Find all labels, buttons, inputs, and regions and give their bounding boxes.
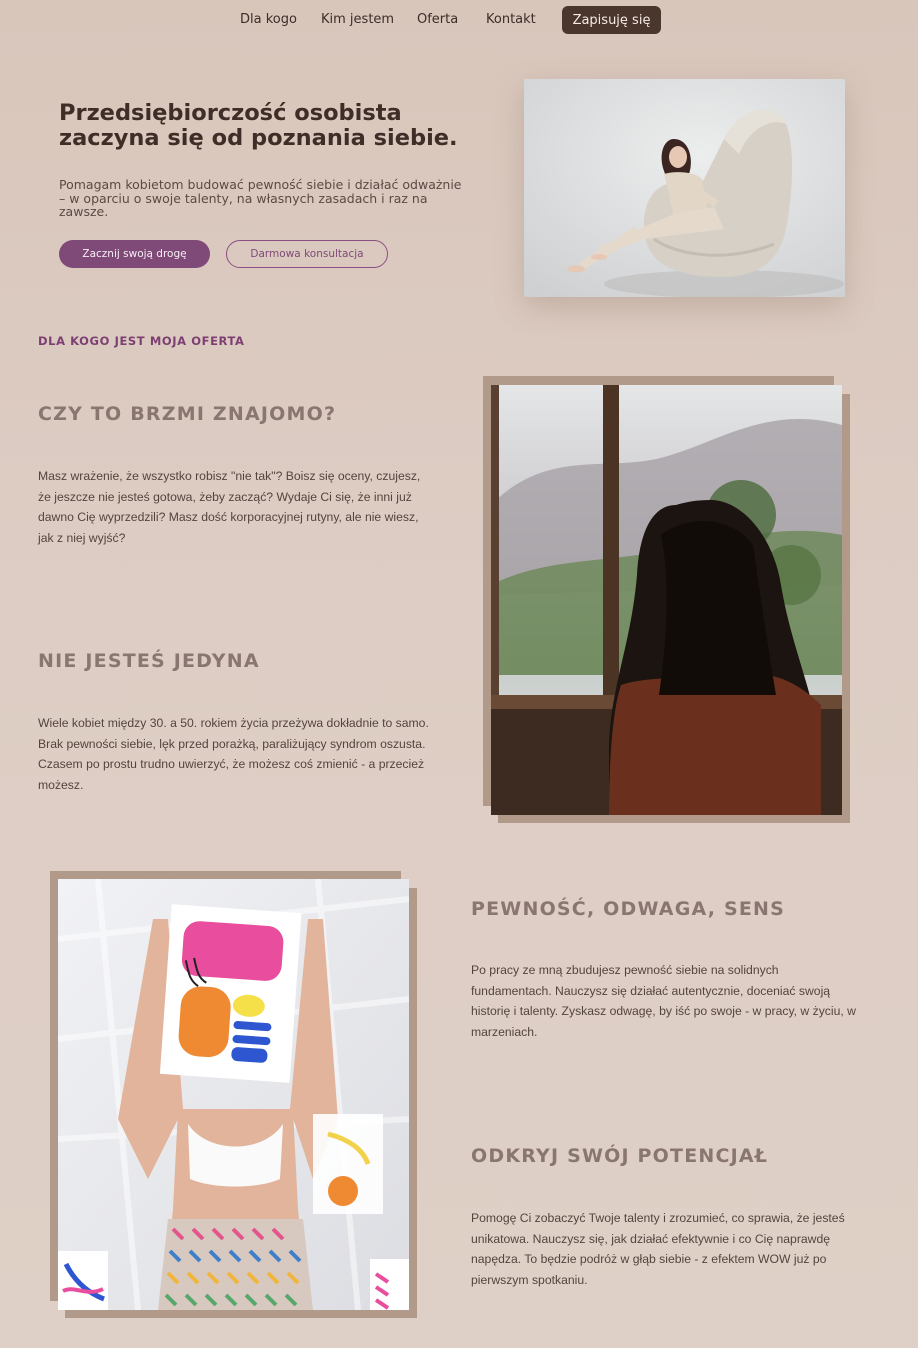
- painting-photo-illustration: [58, 879, 409, 1310]
- nav-link-kim-jestem[interactable]: Kim jestem: [321, 12, 394, 27]
- nav-link-oferta[interactable]: Oferta: [417, 12, 458, 27]
- hero-photo-woman-on-beanbag: [524, 79, 845, 297]
- text-confidence-courage: Po pracy ze mną zbudujesz pewność siebie…: [471, 963, 856, 1039]
- heading-discover-potential: ODKRYJ SWÓJ POTENCJAŁ: [471, 1145, 769, 1167]
- heading-not-alone: NIE JESTEŚ JEDYNA: [38, 650, 260, 672]
- hero-photo-illustration: [524, 79, 845, 297]
- hero-title-line-1: Przedsiębiorczość osobista: [59, 100, 402, 126]
- window-photo-illustration: [491, 385, 842, 815]
- nav-link-kontakt[interactable]: Kontakt: [486, 12, 536, 27]
- hero-title-line-2: zaczyna się od poznania siebie.: [59, 125, 458, 151]
- section-label-for-whom: DLA KOGO JEST MOJA OFERTA: [38, 334, 245, 348]
- nav-link-dla-kogo[interactable]: Dla kogo: [240, 12, 297, 27]
- hero-subtitle: Pomagam kobietom budować pewność siebie …: [59, 177, 462, 219]
- text-not-alone: Wiele kobiet między 30. a 50. rokiem życ…: [38, 716, 429, 792]
- free-consultation-button[interactable]: Darmowa konsultacja: [226, 240, 388, 268]
- top-navigation: Dla kogo Kim jestem Oferta Kontakt Zapis…: [0, 6, 918, 34]
- heading-sounds-familiar: CZY TO BRZMI ZNAJOMO?: [38, 403, 337, 425]
- text-sounds-familiar: Masz wrażenie, że wszystko robisz "nie t…: [38, 469, 421, 545]
- photo-woman-holding-painting: [58, 879, 409, 1310]
- signup-button[interactable]: Zapisuję się: [562, 6, 661, 34]
- start-journey-button[interactable]: Zacznij swoją drogę: [59, 240, 210, 268]
- heading-confidence-courage: PEWNOŚĆ, ODWAGA, SENS: [471, 898, 786, 920]
- photo-woman-at-window: [491, 385, 842, 815]
- text-discover-potential: Pomogę Ci zobaczyć Twoje talenty i zrozu…: [471, 1211, 845, 1287]
- hero-title: Przedsiębiorczość osobista zaczyna się o…: [59, 101, 479, 151]
